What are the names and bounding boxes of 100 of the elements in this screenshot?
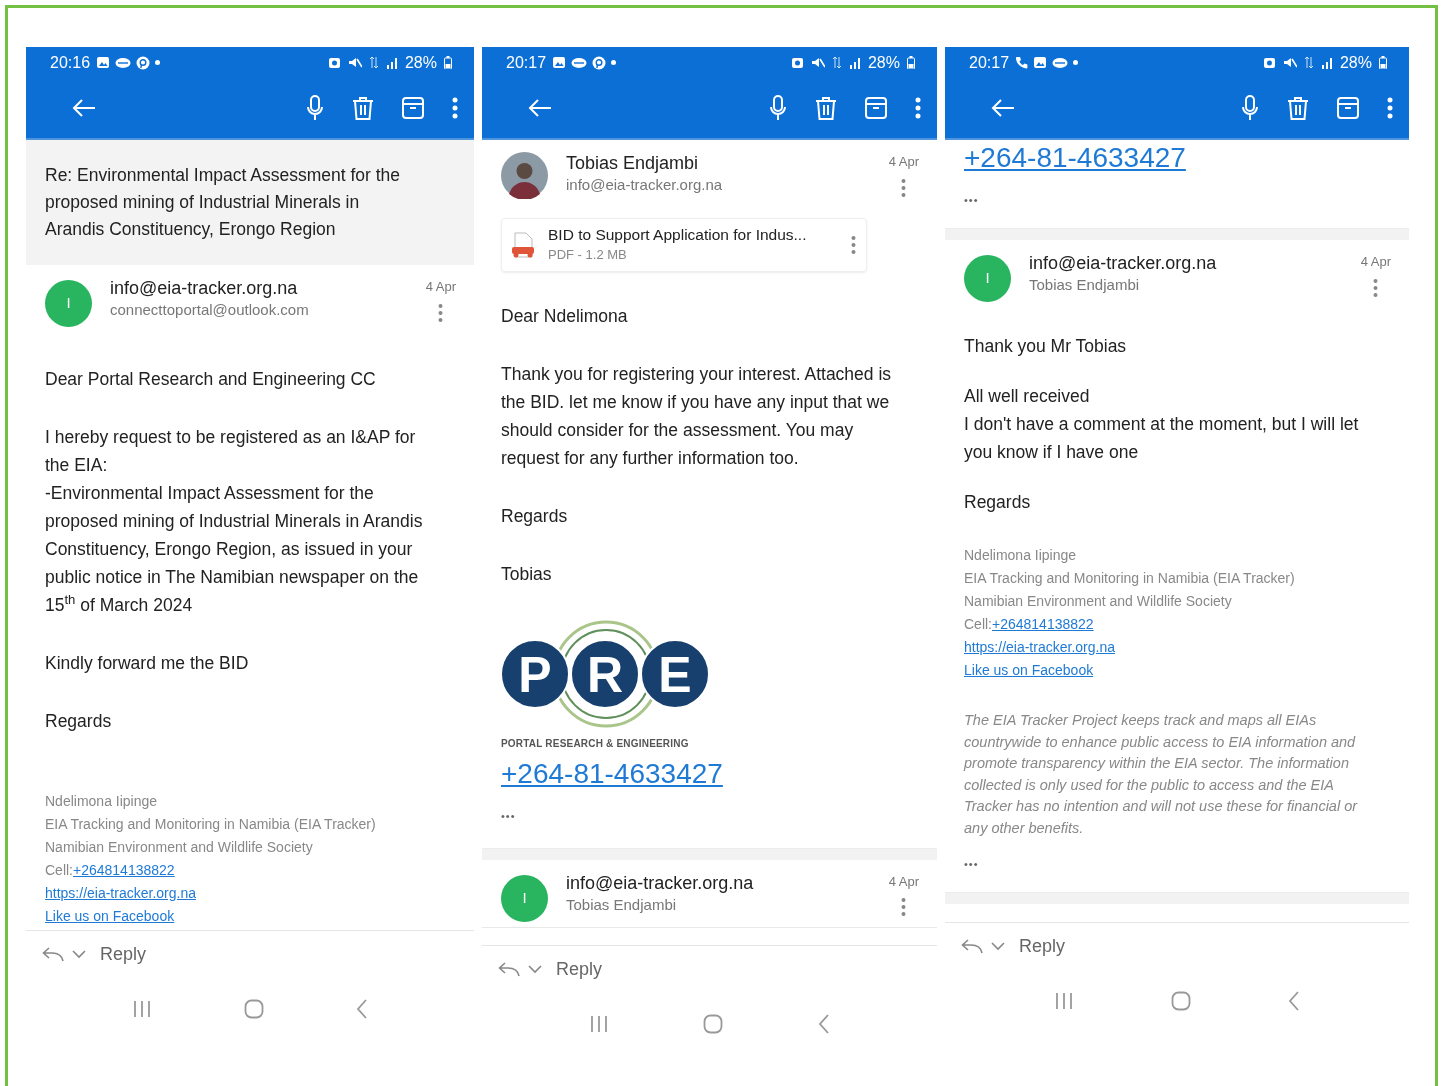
company-logo: P R E [501, 617, 711, 730]
signature-text: Namibian Environment and Wildlife Society [45, 838, 314, 857]
message-date: 4 Apr [1360, 253, 1391, 271]
battery-icon [907, 56, 915, 69]
alarm-icon [327, 56, 341, 69]
chat-bubble-icon [571, 56, 588, 69]
show-more-ellipsis[interactable]: ••• [964, 194, 979, 206]
message-text: Tobias [501, 562, 553, 586]
signal-icon [385, 56, 398, 69]
back-icon[interactable] [356, 999, 368, 1019]
signature-link[interactable]: Like us on Facebook [964, 662, 1094, 678]
chevron-down-icon[interactable] [991, 942, 1005, 951]
more-options-icon[interactable] [915, 97, 921, 119]
home-icon[interactable] [244, 999, 264, 1019]
signal-icon [848, 56, 861, 69]
pdf-file-icon [512, 231, 534, 258]
recent-apps-icon[interactable] [132, 1000, 152, 1018]
recent-apps-icon[interactable] [1053, 992, 1074, 1010]
back-icon[interactable] [1288, 991, 1301, 1011]
message-date: 4 Apr [888, 153, 919, 171]
show-more-ellipsis[interactable]: ••• [501, 809, 516, 822]
message-text: -Environmental Impact Assessment for the proposed mining of Industrial Minerals in Arandis Constituency, Erongo Region, as issued in your public notice in The Namibian newspaper on the 15$^{th}$ of March 2024 [45, 482, 424, 617]
message-text: Regards [45, 710, 113, 733]
chevron-down-icon[interactable] [72, 950, 86, 959]
message-date: 4 Apr [888, 872, 919, 891]
phone-icon [1015, 56, 1029, 69]
reply-button[interactable]: Reply [556, 956, 603, 983]
battery-percentage: 28% [404, 52, 437, 73]
sender-address: Tobias Endjambi [1029, 275, 1141, 295]
signature-text: Namibian Environment and Wildlife Society [964, 592, 1233, 611]
delete-icon[interactable] [352, 96, 374, 120]
archive-icon[interactable] [865, 97, 887, 119]
back-arrow-icon[interactable] [528, 98, 552, 118]
more-options-icon[interactable] [452, 97, 458, 119]
signature-link[interactable]: https://eia-tracker.org.na [45, 885, 196, 901]
archive-icon[interactable] [402, 97, 424, 119]
dot-icon [1073, 60, 1079, 65]
home-icon[interactable] [1171, 991, 1191, 1011]
message-text: Thank you for registering your interest. Attached is the BID. let me know if you have any input that we should consider for the assessment. You may request for any further information too. [501, 362, 893, 470]
signature-link[interactable]: Like us on Facebook [45, 908, 175, 924]
message-text: Thank you Mr Tobias [964, 335, 1128, 358]
phone-link[interactable]: +264814138822 [73, 862, 175, 878]
data-arrows-icon [1303, 56, 1314, 69]
signature-text: EIA Tracking and Monitoring in Namibia (EIA Tracker) [45, 815, 377, 834]
profile-photo-placeholder [501, 152, 548, 199]
message-text: All well received [964, 385, 1091, 408]
attachment-size: PDF - 1.2 MB [548, 246, 628, 264]
reply-arrow-icon[interactable] [42, 946, 64, 963]
signature-label: Cell: [964, 616, 992, 632]
circle-p-icon [136, 55, 151, 70]
microphone-icon[interactable] [306, 95, 324, 121]
image-icon [96, 56, 111, 69]
attachment-more-icon[interactable] [851, 234, 856, 255]
reply-arrow-icon[interactable] [498, 961, 520, 978]
delete-icon[interactable] [815, 96, 837, 120]
chat-bubble-icon [115, 56, 132, 69]
microphone-icon[interactable] [769, 95, 787, 121]
recent-apps-icon[interactable] [589, 1015, 610, 1033]
mute-icon [1282, 56, 1297, 69]
microphone-icon[interactable] [1241, 95, 1259, 121]
chat-bubble-icon [1052, 56, 1069, 69]
sender-name: info@eia-tracker.org.na [110, 277, 299, 299]
reply-arrow-icon[interactable] [961, 938, 983, 955]
message-date: 4 Apr [425, 278, 456, 296]
more-options-icon[interactable] [1373, 277, 1379, 298]
message-text: Dear Portal Research and Engineering CC [45, 368, 377, 391]
status-time: 20:17 [506, 52, 547, 73]
more-options-icon[interactable] [901, 177, 907, 198]
message-text: I hereby request to be registered as an I&AP for the EIA: [45, 426, 417, 477]
signature-text: EIA Tracking and Monitoring in Namibia (EIA Tracker) [964, 569, 1296, 588]
phone-link[interactable]: +264-81-4633427 [501, 757, 723, 789]
signature-text: Ndelimona Iipinge [45, 792, 159, 811]
phone-link[interactable]: +264-81-4633427 [964, 142, 1186, 173]
more-options-icon[interactable] [901, 897, 907, 917]
mute-icon [347, 56, 362, 69]
alarm-icon [790, 56, 804, 69]
back-icon[interactable] [817, 1014, 830, 1034]
home-icon[interactable] [703, 1014, 724, 1034]
attachment-card[interactable]: BID to Support Application for Indus... PDF - 1.2 MB [501, 218, 867, 272]
more-options-icon[interactable] [1387, 97, 1393, 119]
attachment-name: BID to Support Application for Indus... [548, 225, 808, 245]
show-more-ellipsis[interactable]: ••• [964, 857, 979, 870]
message-text: Regards [964, 491, 1032, 514]
sender-name: info@eia-tracker.org.na [566, 871, 755, 894]
status-time: 20:16 [50, 52, 91, 73]
chevron-down-icon[interactable] [528, 965, 542, 974]
sender-address: Tobias Endjambi [566, 894, 678, 915]
delete-icon[interactable] [1287, 96, 1309, 120]
avatar-circle: I [45, 280, 92, 327]
mute-icon [810, 56, 825, 69]
back-arrow-icon[interactable] [72, 98, 96, 118]
signature-link[interactable]: https://eia-tracker.org.na [964, 639, 1115, 655]
battery-icon [444, 56, 452, 69]
reply-button[interactable]: Reply [100, 941, 147, 968]
phone-link[interactable]: +264814138822 [992, 616, 1094, 632]
more-options-icon[interactable] [438, 302, 444, 323]
dot-icon [611, 60, 617, 65]
reply-button[interactable]: Reply [1019, 933, 1066, 960]
back-arrow-icon[interactable] [991, 98, 1015, 118]
archive-icon[interactable] [1337, 97, 1359, 119]
